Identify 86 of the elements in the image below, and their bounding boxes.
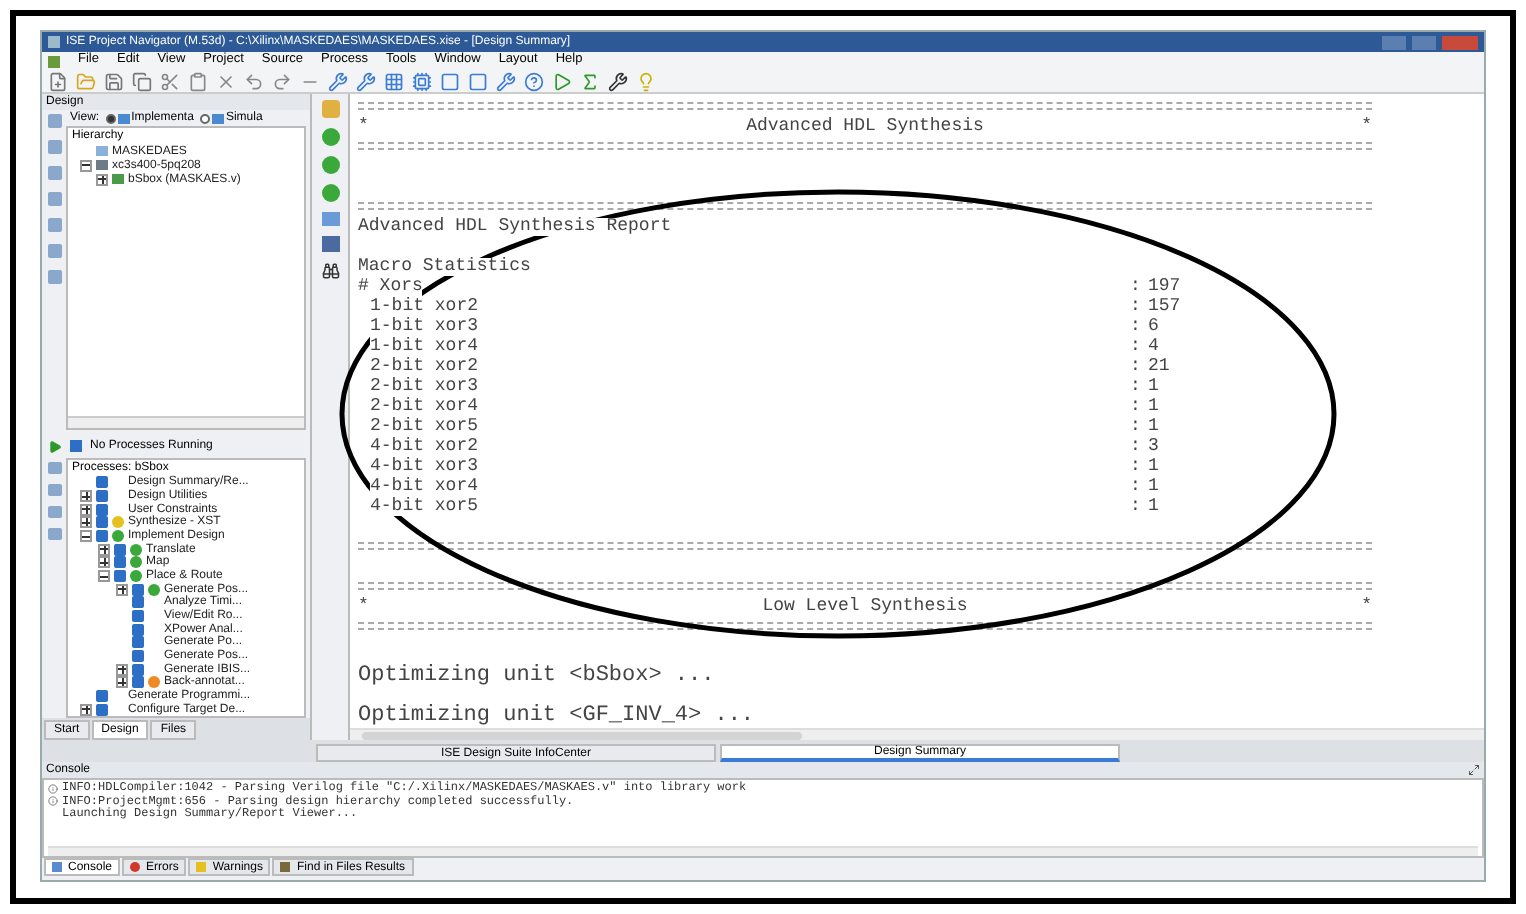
asterisk-text: * — [358, 597, 369, 615]
stat-value: 1 — [1148, 497, 1159, 515]
stat-separator: : — [1130, 377, 1143, 395]
undo-icon[interactable] — [244, 71, 264, 91]
stat-value: 6 — [1148, 317, 1159, 335]
stat-value: 1 — [1148, 477, 1159, 495]
stat-label: 2-bit xor3 — [370, 375, 479, 395]
collapse-toggle[interactable] — [80, 159, 92, 171]
folder-icon[interactable] — [76, 71, 96, 91]
stat-label: 2-bit xor5 — [370, 415, 479, 435]
sigma-icon[interactable] — [580, 71, 600, 91]
stat-value: 1 — [1148, 417, 1159, 435]
process-icon — [70, 440, 82, 452]
stat-separator: : — [1130, 317, 1143, 335]
expand-toggle[interactable] — [80, 503, 92, 516]
stat-separator: : — [1130, 337, 1143, 355]
copy-icon[interactable] — [132, 71, 152, 91]
expand-toggle[interactable] — [98, 556, 110, 569]
clipboard-icon[interactable] — [188, 71, 208, 91]
section-title: Advanced HDL Synthesis — [746, 117, 984, 135]
stat-separator: : — [1130, 457, 1143, 475]
new-file-icon[interactable] — [48, 71, 68, 91]
horizontal-scrollbar[interactable] — [68, 416, 304, 428]
stat-label: 4-bit xor3 — [370, 455, 479, 475]
stat-value: 21 — [1148, 357, 1170, 375]
stat-value: 4 — [1148, 337, 1159, 355]
stat-label: # Xors — [358, 275, 423, 295]
stat-value: 1 — [1148, 377, 1159, 395]
maximize-button[interactable] — [1412, 35, 1436, 49]
stat-separator: : — [1130, 397, 1143, 415]
stat-separator: : — [1130, 417, 1143, 435]
stat-value: 3 — [1148, 437, 1159, 455]
report-text: Macro Statistics — [358, 257, 531, 275]
expand-toggle[interactable] — [116, 583, 128, 596]
report-text: Optimizing unit <GF_INV_4> ... — [358, 705, 755, 727]
stat-value: 1 — [1148, 457, 1159, 475]
stat-value: 197 — [1148, 277, 1181, 295]
asterisk-text: * — [1361, 117, 1372, 135]
stat-separator: : — [1130, 277, 1143, 295]
expand-toggle[interactable] — [116, 663, 128, 676]
section-title: Low Level Synthesis — [762, 597, 968, 615]
device-icon — [96, 160, 108, 170]
panel-icon[interactable] — [321, 212, 339, 226]
horizontal-scrollbar[interactable] — [350, 728, 1484, 740]
stat-label: 4-bit xor2 — [370, 435, 479, 455]
module-icon — [112, 174, 124, 184]
play-icon[interactable] — [552, 71, 572, 91]
project-icon — [96, 146, 108, 156]
expand-toggle[interactable] — [80, 516, 92, 529]
stat-value: 1 — [1148, 397, 1159, 415]
save-icon[interactable] — [104, 71, 124, 91]
collapse-toggle[interactable] — [98, 570, 110, 583]
chip-icon[interactable] — [412, 71, 432, 91]
stat-label: 2-bit xor4 — [370, 395, 479, 415]
report-text: Optimizing unit <bSbox> ... — [358, 665, 715, 687]
close-icon[interactable] — [216, 71, 236, 91]
stat-value: 157 — [1148, 297, 1181, 315]
asterisk-text: * — [358, 117, 369, 135]
report-text: Advanced HDL Synthesis Report — [358, 217, 672, 235]
stat-separator: : — [1130, 357, 1143, 375]
horizontal-scrollbar[interactable] — [48, 846, 1478, 856]
asterisk-text: * — [1361, 597, 1372, 615]
collapse-toggle[interactable] — [80, 530, 92, 543]
run-icon[interactable] — [48, 439, 62, 453]
expand-toggle[interactable] — [98, 543, 110, 556]
expand-toggle[interactable] — [96, 173, 108, 185]
stat-label: 1-bit xor4 — [370, 335, 479, 355]
lightbulb-icon[interactable] — [636, 71, 656, 91]
expand-toggle[interactable] — [80, 703, 92, 716]
stat-label: 1-bit xor2 — [370, 295, 479, 315]
scissors-icon[interactable] — [160, 71, 180, 91]
help-icon[interactable] — [524, 71, 544, 91]
stat-separator: : — [1130, 477, 1143, 495]
stat-separator: : — [1130, 497, 1143, 515]
stat-label: 2-bit xor2 — [370, 355, 479, 375]
expand-toggle[interactable] — [80, 490, 92, 502]
stat-label: 4-bit xor5 — [370, 495, 479, 515]
redo-icon[interactable] — [272, 71, 292, 91]
wrench-icon[interactable] — [608, 71, 628, 91]
stat-separator: : — [1130, 297, 1143, 315]
binoculars-icon[interactable] — [321, 262, 339, 280]
stat-label: 4-bit xor4 — [370, 475, 479, 495]
stat-separator: : — [1130, 437, 1143, 455]
minimize-button[interactable] — [1382, 35, 1406, 49]
stat-label: 1-bit xor3 — [370, 315, 479, 335]
expand-toggle[interactable] — [116, 676, 128, 689]
